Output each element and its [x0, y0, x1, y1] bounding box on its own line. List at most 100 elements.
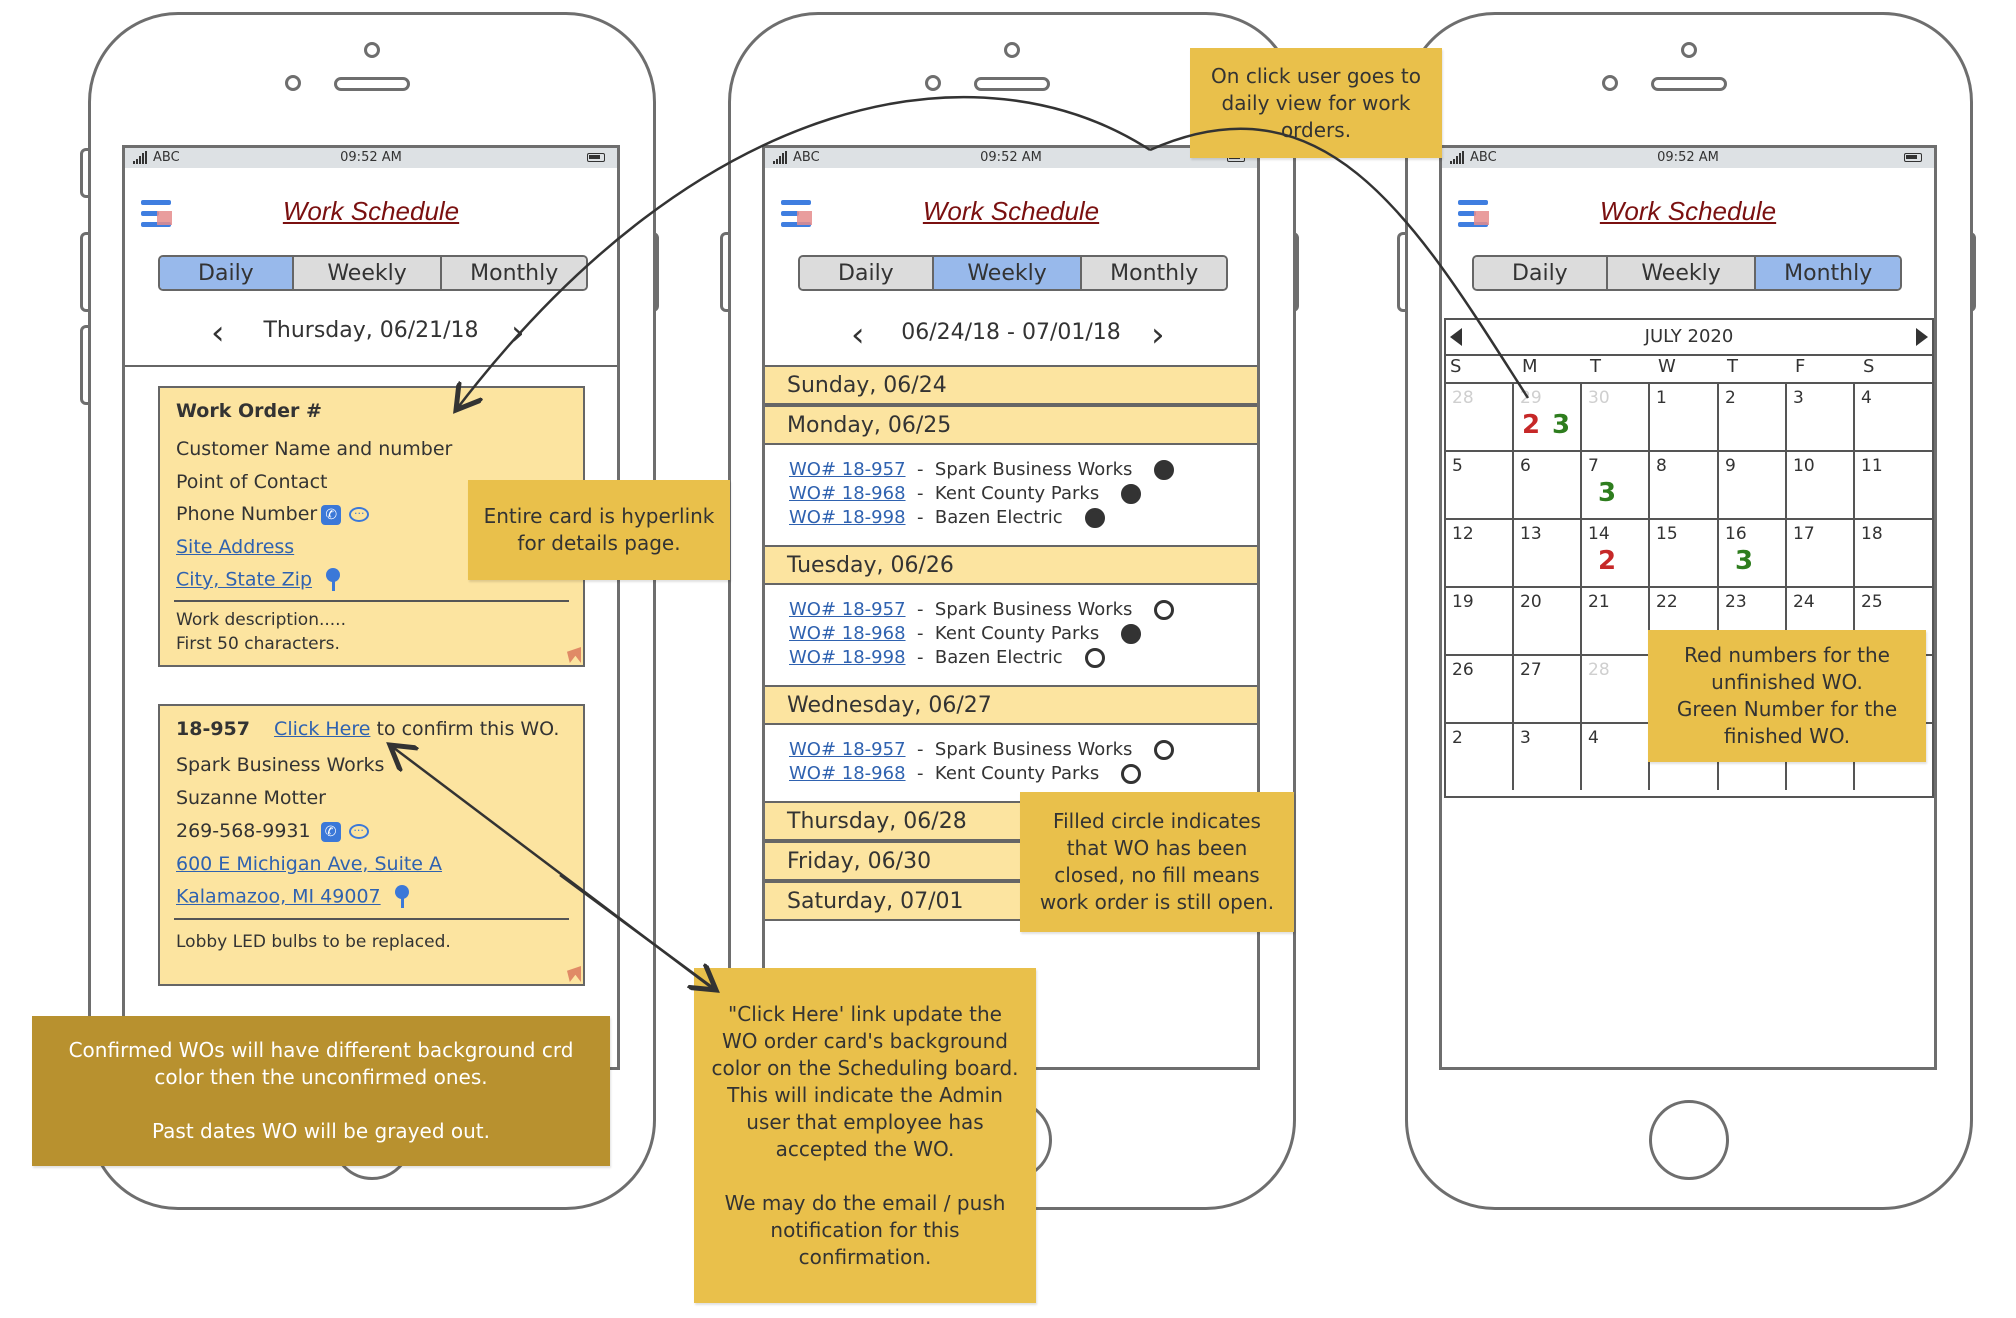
- day-number: 13: [1520, 524, 1542, 544]
- calendar-day[interactable]: 3: [1787, 382, 1855, 450]
- tab-daily[interactable]: Daily: [800, 257, 934, 289]
- open-status-icon: [1154, 739, 1175, 760]
- calendar-day[interactable]: 26: [1446, 654, 1514, 722]
- weekday-header: S: [1450, 356, 1462, 377]
- map-pin-icon[interactable]: [394, 885, 409, 909]
- city-state-zip-link[interactable]: Kalamazoo, MI 49007: [176, 886, 381, 908]
- calendar-day[interactable]: 4: [1582, 722, 1650, 790]
- next-month-icon[interactable]: [1916, 328, 1928, 346]
- closed-status-icon: [1154, 459, 1175, 480]
- phone-icon[interactable]: ✆: [321, 504, 342, 525]
- card-divider: [174, 918, 569, 920]
- calendar-day[interactable]: 1: [1650, 382, 1719, 450]
- day-number: 3: [1793, 388, 1804, 408]
- day-number: 15: [1656, 524, 1678, 544]
- note-on-click-daily: On click user goes to daily view for wor…: [1190, 48, 1442, 158]
- city-state-zip-link[interactable]: City, State Zip: [176, 569, 312, 591]
- page-title[interactable]: Work Schedule: [765, 196, 1257, 227]
- customer-name: Spark Business Works: [934, 459, 1133, 480]
- day-header[interactable]: Sunday, 06/24: [765, 365, 1257, 405]
- status-bar: ABC 09:52 AM: [1442, 148, 1934, 168]
- confirm-wo-link[interactable]: Click Here: [274, 718, 370, 740]
- calendar-day[interactable]: 5: [1446, 450, 1514, 518]
- calendar-day[interactable]: 18: [1855, 518, 1932, 586]
- battery-icon: [1904, 153, 1922, 162]
- calendar-day[interactable]: 28: [1446, 382, 1514, 450]
- work-order-link[interactable]: WO# 18-968: [789, 483, 906, 504]
- chat-icon[interactable]: ···: [349, 507, 370, 522]
- work-order-link[interactable]: WO# 18-957: [789, 459, 906, 480]
- note-confirmed-wos: Confirmed WOs will have different backgr…: [32, 1016, 610, 1166]
- prev-month-icon[interactable]: [1450, 328, 1462, 346]
- calendar-day[interactable]: 30: [1582, 382, 1650, 450]
- weekday-header: F: [1795, 356, 1806, 377]
- page-title[interactable]: Work Schedule: [1442, 196, 1934, 227]
- calendar-day[interactable]: 15: [1650, 518, 1719, 586]
- next-date-icon[interactable]: ›: [511, 316, 525, 350]
- phone-icon[interactable]: ✆: [320, 821, 341, 842]
- calendar-day[interactable]: 6: [1514, 450, 1582, 518]
- tab-monthly[interactable]: Monthly: [442, 257, 586, 289]
- calendar-day[interactable]: 16 3: [1719, 518, 1787, 586]
- phone-row: Phone Number ✆ ···: [176, 503, 370, 525]
- separator: -: [905, 599, 935, 620]
- tab-weekly[interactable]: Weekly: [293, 257, 443, 289]
- calendar-day[interactable]: 28: [1582, 654, 1650, 722]
- work-order-link[interactable]: WO# 18-968: [789, 623, 906, 644]
- calendar-day[interactable]: 11: [1855, 450, 1932, 518]
- chat-icon[interactable]: ···: [348, 824, 369, 839]
- calendar-day[interactable]: 29 2 3: [1514, 382, 1582, 450]
- calendar-day[interactable]: 20: [1514, 586, 1582, 654]
- calendar-day[interactable]: 12: [1446, 518, 1514, 586]
- day-number: 3: [1520, 728, 1531, 748]
- day-number: 21: [1588, 592, 1610, 612]
- calendar-day[interactable]: 8: [1650, 450, 1719, 518]
- day-header[interactable]: Wednesday, 06/27: [765, 685, 1257, 725]
- calendar-day[interactable]: 3: [1514, 722, 1582, 790]
- tab-monthly[interactable]: Monthly: [1756, 257, 1900, 289]
- point-of-contact: Suzanne Motter: [176, 787, 326, 809]
- city-row: City, State Zip: [176, 568, 341, 592]
- calendar-day[interactable]: 2: [1446, 722, 1514, 790]
- site-address-link[interactable]: 600 E Michigan Ave, Suite A: [176, 853, 442, 875]
- day-header[interactable]: Monday, 06/25: [765, 405, 1257, 445]
- phone-camera: [1681, 42, 1697, 58]
- phone-speaker: [334, 77, 410, 91]
- calendar-day[interactable]: 4: [1855, 382, 1932, 450]
- finished-count[interactable]: 3: [1552, 410, 1570, 440]
- unfinished-count[interactable]: 2: [1598, 546, 1616, 576]
- unfinished-count[interactable]: 2: [1522, 410, 1540, 440]
- calendar-day[interactable]: 13: [1514, 518, 1582, 586]
- calendar-day[interactable]: 73: [1582, 450, 1650, 518]
- day-number: 20: [1520, 592, 1542, 612]
- work-order-link[interactable]: WO# 18-957: [789, 599, 906, 620]
- tab-weekly[interactable]: Weekly: [933, 257, 1083, 289]
- finished-count[interactable]: 3: [1735, 546, 1753, 576]
- calendar-day[interactable]: 17: [1787, 518, 1855, 586]
- work-order-link[interactable]: WO# 18-957: [789, 739, 906, 760]
- next-week-icon[interactable]: ›: [1151, 318, 1165, 352]
- calendar-day[interactable]: 27: [1514, 654, 1582, 722]
- work-order-card[interactable]: 18-957 Click Here to confirm this WO. Sp…: [158, 704, 585, 986]
- calendar-day[interactable]: 9: [1719, 450, 1787, 518]
- day-header[interactable]: Tuesday, 06/26: [765, 545, 1257, 585]
- calendar-day[interactable]: 14 2: [1582, 518, 1650, 586]
- tab-monthly[interactable]: Monthly: [1082, 257, 1226, 289]
- tab-weekly[interactable]: Weekly: [1607, 257, 1757, 289]
- site-address-link[interactable]: Site Address: [176, 536, 294, 558]
- daily-screen: ABC 09:52 AM Work Schedule Daily Weekly …: [122, 145, 620, 1070]
- work-order-row: WO# 18-968 - Kent County Parks: [789, 763, 1142, 784]
- tab-daily[interactable]: Daily: [1474, 257, 1608, 289]
- map-pin-icon[interactable]: [326, 568, 341, 592]
- calendar-day[interactable]: 2: [1719, 382, 1787, 450]
- work-order-link[interactable]: WO# 18-998: [789, 507, 906, 528]
- calendar-day[interactable]: 10: [1787, 450, 1855, 518]
- home-button[interactable]: [1649, 1100, 1729, 1180]
- finished-count[interactable]: 3: [1598, 478, 1616, 508]
- work-order-link[interactable]: WO# 18-968: [789, 763, 906, 784]
- page-title[interactable]: Work Schedule: [125, 196, 617, 227]
- calendar-day[interactable]: 19: [1446, 586, 1514, 654]
- calendar-day[interactable]: 21: [1582, 586, 1650, 654]
- work-order-link[interactable]: WO# 18-998: [789, 647, 906, 668]
- tab-daily[interactable]: Daily: [160, 257, 294, 289]
